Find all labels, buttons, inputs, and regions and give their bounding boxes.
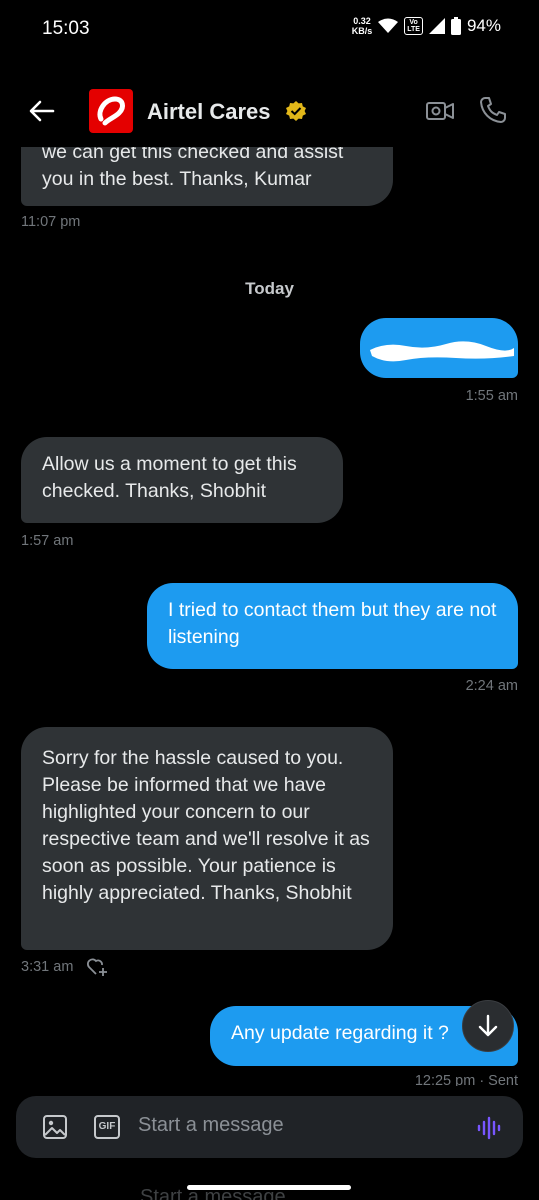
- message-timestamp: 1:57 am: [21, 533, 74, 549]
- cell-signal-icon: [428, 18, 445, 34]
- volte-bottom: LTE: [407, 26, 420, 33]
- conversation-header: Airtel Cares: [0, 75, 539, 147]
- gif-label: GIF: [98, 1121, 116, 1132]
- status-time: 15:03: [42, 18, 90, 39]
- add-reaction-icon[interactable]: [86, 957, 108, 977]
- message-incoming[interactable]: Allow us a moment to get this checked. T…: [21, 437, 343, 523]
- redacted-scribble: [370, 341, 514, 362]
- wifi-icon: [378, 18, 399, 33]
- battery-icon: [450, 17, 461, 35]
- message-incoming[interactable]: Sorry for the hassle caused to you. Plea…: [21, 727, 393, 950]
- composer-bar: GIF Start a message: [0, 1086, 539, 1176]
- network-speed: 0.32 KB/s: [352, 16, 373, 36]
- message-timestamp: 2:24 am: [465, 678, 518, 694]
- volte-top: Vo: [409, 19, 418, 26]
- message-text: I tried to contact them but they are not…: [168, 599, 497, 648]
- conversation-name[interactable]: Airtel Cares: [147, 99, 271, 125]
- message-text: Any update regarding it ?: [231, 1022, 449, 1044]
- message-outgoing[interactable]: [360, 318, 518, 378]
- battery-percent: 94%: [466, 16, 501, 35]
- arrow-down-icon: [478, 1014, 498, 1037]
- message-outgoing[interactable]: I tried to contact them but they are not…: [147, 583, 518, 669]
- speed-value: 0.32: [353, 16, 371, 26]
- message-timestamp: 11:07 pm: [21, 214, 81, 230]
- day-divider: Today: [245, 279, 294, 298]
- video-call-icon[interactable]: [425, 96, 455, 126]
- phone-call-icon[interactable]: [478, 95, 508, 125]
- message-timestamp: 1:55 am: [465, 388, 518, 404]
- message-text: Sorry for the hassle caused to you. Plea…: [42, 747, 370, 904]
- message-input[interactable]: Start a message: [138, 1114, 284, 1137]
- message-text: Allow us a moment to get this checked. T…: [42, 453, 297, 502]
- voice-message-icon[interactable]: [476, 1115, 502, 1141]
- verified-badge-icon: [286, 101, 306, 121]
- volte-icon: Vo LTE: [404, 17, 423, 35]
- message-text: we can get this checked and assist you i…: [42, 141, 344, 190]
- message-timestamp: 3:31 am: [21, 959, 74, 975]
- image-icon[interactable]: [42, 1114, 68, 1140]
- avatar[interactable]: [89, 89, 133, 133]
- status-icons: 0.32 KB/s Vo LTE 94%: [352, 16, 501, 36]
- gif-icon[interactable]: GIF: [94, 1115, 120, 1139]
- scroll-to-bottom-button[interactable]: [462, 1000, 514, 1052]
- home-indicator[interactable]: [187, 1185, 351, 1190]
- airtel-logo: [97, 96, 125, 126]
- speed-unit: KB/s: [351, 26, 373, 36]
- back-arrow-icon[interactable]: [26, 95, 58, 127]
- composer: GIF Start a message: [16, 1096, 523, 1158]
